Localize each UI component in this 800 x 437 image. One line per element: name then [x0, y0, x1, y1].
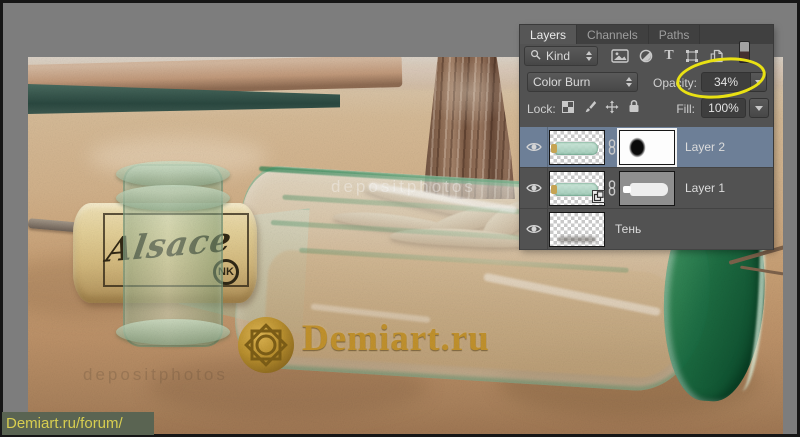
type-icon: T [664, 48, 674, 63]
neck-ring [116, 161, 230, 187]
visibility-toggle[interactable] [520, 209, 548, 249]
fill-value[interactable]: 100% [702, 99, 745, 117]
neck-ring [116, 319, 230, 345]
updown-arrows-icon [586, 51, 592, 61]
layer-mask-thumbnail[interactable] [619, 129, 675, 165]
tab-channels[interactable]: Channels [577, 25, 649, 44]
eye-icon [525, 143, 542, 151]
fill-label: Fill: [676, 102, 695, 116]
layer-name[interactable]: Layer 1 [685, 181, 725, 195]
layer-thumbnail[interactable] [549, 211, 605, 247]
demiart-logo-icon [236, 315, 296, 375]
filter-kind-select[interactable]: Kind [524, 46, 598, 66]
mask-painted-area [620, 130, 674, 164]
chevron-down-icon [755, 105, 763, 111]
mask-bottle-silhouette [630, 182, 668, 196]
demiart-watermark-text: Demiart.ru [302, 318, 490, 359]
search-icon [530, 49, 541, 63]
layer-list: Layer 2 Layer 1 Тень [520, 127, 773, 250]
lock-position-button[interactable] [602, 98, 622, 116]
thumbnail-cork-preview [551, 143, 557, 153]
eye-icon [525, 225, 542, 233]
mask-link[interactable] [605, 139, 619, 155]
source-link-text[interactable]: Demiart.ru/forum/ [6, 415, 123, 432]
mask-link[interactable] [605, 180, 619, 196]
move-icon [605, 100, 619, 114]
chain-link-icon [608, 180, 616, 196]
layer-row-shadow[interactable]: Тень [520, 209, 773, 250]
layer-name[interactable]: Тень [615, 222, 641, 236]
filter-adjustment-layers-button[interactable] [636, 47, 656, 65]
blend-mode-select[interactable]: Color Burn [527, 72, 638, 92]
layer-thumbnail[interactable] [549, 170, 605, 206]
thumbnail-cork-preview [551, 184, 557, 194]
mask-bottle-silhouette-nub [623, 185, 631, 193]
checkerboard-icon [562, 101, 574, 113]
source-link-bar[interactable]: Demiart.ru/forum/ [2, 412, 154, 435]
filter-type-layers-button[interactable]: T [659, 47, 679, 65]
shape-icon [686, 50, 698, 62]
panel-tab-bar: Layers Channels Paths [520, 25, 773, 44]
layer-row-layer2[interactable]: Layer 2 [520, 127, 773, 168]
lock-transparency-button[interactable] [558, 98, 578, 116]
stock-watermark: depositphotos [331, 177, 476, 196]
fill-field[interactable]: 100% [701, 98, 746, 118]
eye-icon [525, 184, 542, 192]
layer-mask-thumbnail[interactable] [619, 170, 675, 206]
thumbnail-shadow-preview [558, 236, 596, 242]
neck-ring [116, 185, 230, 211]
stock-watermark: depositphotos [83, 365, 228, 384]
lock-label: Lock: [527, 102, 556, 116]
smart-object-badge-icon [592, 189, 605, 206]
image-icon [611, 49, 629, 63]
layer-row-layer1[interactable]: Layer 1 [520, 168, 773, 209]
adjustment-icon [639, 49, 653, 63]
layer-name[interactable]: Layer 2 [685, 140, 725, 154]
blend-mode-value: Color Burn [533, 75, 591, 89]
layer-thumbnail[interactable] [549, 129, 605, 165]
chain-link-icon [608, 139, 616, 155]
filter-kind-label: Kind [546, 49, 571, 63]
lock-icon [629, 99, 639, 112]
visibility-toggle[interactable] [520, 168, 548, 208]
thumbnail-bottle-preview [555, 141, 598, 155]
lock-all-button[interactable] [624, 97, 644, 115]
updown-arrows-icon [626, 77, 632, 87]
visibility-toggle[interactable] [520, 127, 548, 167]
tab-paths[interactable]: Paths [649, 25, 701, 44]
photoshop-workspace: Alsace NK depositphotos depositphotos [0, 0, 800, 437]
filter-pixel-layers-button[interactable] [610, 47, 630, 65]
fill-dropdown-button[interactable] [749, 98, 769, 118]
brush-icon [585, 101, 597, 113]
tab-layers[interactable]: Layers [520, 25, 578, 44]
lock-pixels-button[interactable] [580, 98, 600, 116]
